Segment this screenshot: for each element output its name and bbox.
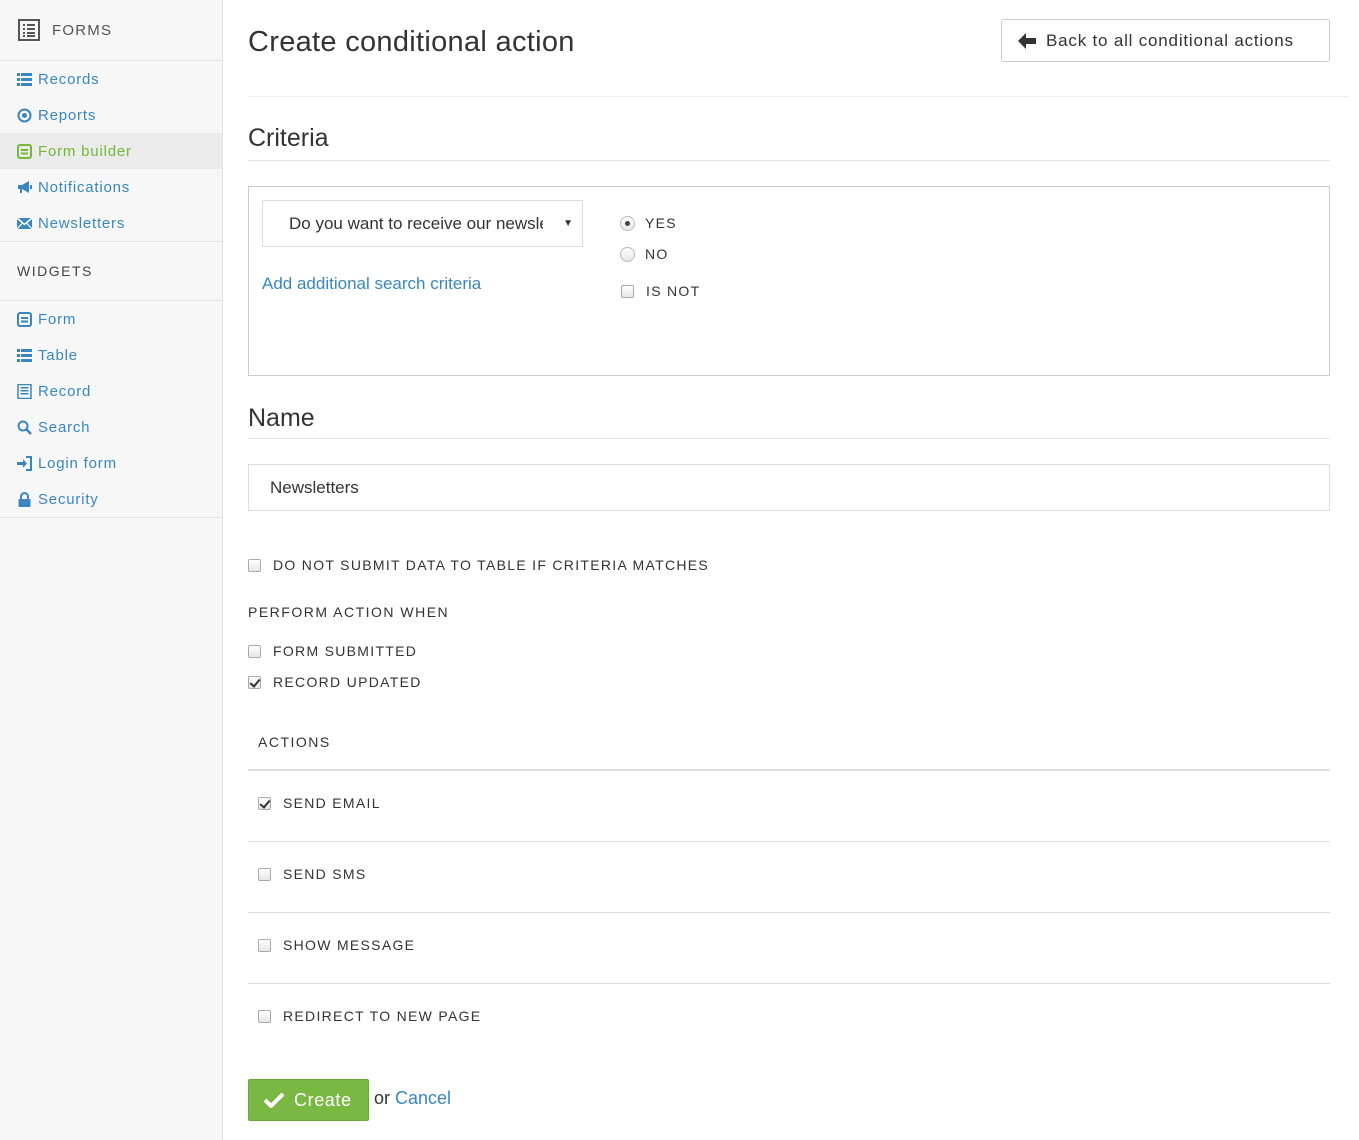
- redirect-checkbox[interactable]: [258, 1009, 271, 1023]
- envelope-icon: [17, 216, 32, 229]
- form-icon: [17, 311, 32, 327]
- add-search-criteria-link[interactable]: Add additional search criteria: [262, 274, 481, 294]
- action-divider: [248, 841, 1330, 842]
- sidebar-item-label: Form: [38, 310, 77, 328]
- sidebar-item-reports[interactable]: Reports: [0, 97, 222, 133]
- sidebar-item-label: Search: [38, 418, 91, 436]
- record-updated-label: RECORD UPDATED: [273, 674, 422, 690]
- sidebar-item-label: Notifications: [38, 178, 131, 196]
- send-sms-checkbox[interactable]: [258, 867, 271, 881]
- criteria-field-value: Do you want to receive our newsletter?: [289, 213, 543, 233]
- name-rule: [248, 438, 1330, 439]
- cancel-link[interactable]: Cancel: [395, 1088, 451, 1109]
- sidebar-item-table[interactable]: Table: [0, 337, 222, 373]
- sidebar-item-form-builder[interactable]: Form builder: [0, 133, 222, 169]
- yes-radio[interactable]: [620, 215, 635, 231]
- is-not-checkbox[interactable]: [621, 284, 634, 298]
- send-email-label: SEND EMAIL: [283, 795, 381, 811]
- criteria-heading: Criteria: [248, 124, 329, 152]
- name-input[interactable]: [248, 464, 1330, 511]
- action-send-email[interactable]: SEND EMAIL: [258, 795, 381, 811]
- create-button[interactable]: Create: [248, 1079, 369, 1121]
- sidebar-item-label: Form builder: [38, 142, 132, 160]
- sidebar-item-security[interactable]: Security: [0, 481, 222, 517]
- back-button-label: Back to all conditional actions: [1046, 30, 1294, 50]
- record-updated-option[interactable]: RECORD UPDATED: [248, 674, 422, 690]
- forms-icon: [18, 19, 40, 41]
- sidebar-item-login-form[interactable]: Login form: [0, 445, 222, 481]
- or-text: or: [374, 1088, 391, 1108]
- criteria-option-yes[interactable]: YES: [620, 215, 677, 231]
- yes-label: YES: [645, 215, 677, 231]
- login-icon: [17, 455, 32, 471]
- form-submitted-option[interactable]: FORM SUBMITTED: [248, 643, 417, 659]
- redirect-label: REDIRECT TO NEW PAGE: [283, 1008, 482, 1024]
- form-submitted-checkbox[interactable]: [248, 644, 261, 658]
- list-icon: [17, 348, 32, 362]
- target-icon: [17, 108, 32, 122]
- create-button-label: Create: [294, 1089, 352, 1110]
- action-divider: [248, 983, 1330, 984]
- back-to-actions-button[interactable]: Back to all conditional actions: [1001, 19, 1330, 62]
- sidebar-item-label: Records: [38, 70, 100, 88]
- sidebar-item-label: Table: [38, 346, 78, 364]
- action-redirect[interactable]: REDIRECT TO NEW PAGE: [258, 1008, 481, 1024]
- widgets-section-title: WIDGETS: [0, 242, 222, 301]
- criteria-box: Do you want to receive our newsletter? ▼…: [248, 186, 1330, 376]
- sidebar-item-label: Login form: [38, 454, 117, 472]
- sidebar-item-records[interactable]: Records: [0, 61, 222, 97]
- sidebar-item-label: Reports: [38, 106, 97, 124]
- criteria-option-is-not[interactable]: IS NOT: [621, 283, 700, 299]
- form-icon: [17, 143, 32, 159]
- is-not-label: IS NOT: [646, 283, 701, 299]
- do-not-submit-label: DO NOT SUBMIT DATA TO TABLE IF CRITERIA …: [273, 557, 710, 573]
- caret-down-icon: ▼: [563, 218, 573, 229]
- send-email-checkbox[interactable]: [258, 796, 271, 810]
- no-radio[interactable]: [620, 246, 635, 262]
- sidebar-item-notifications[interactable]: Notifications: [0, 169, 222, 205]
- sidebar-item-label: Newsletters: [38, 214, 126, 232]
- sidebar-nav: Records Reports Form builder Notificatio…: [0, 61, 222, 242]
- action-show-message[interactable]: SHOW MESSAGE: [258, 937, 415, 953]
- action-send-sms[interactable]: SEND SMS: [258, 866, 367, 882]
- search-icon: [17, 420, 32, 435]
- sidebar-item-record[interactable]: Record: [0, 373, 222, 409]
- sidebar-item-label: Record: [38, 382, 92, 400]
- do-not-submit-option[interactable]: DO NOT SUBMIT DATA TO TABLE IF CRITERIA …: [248, 557, 709, 573]
- sidebar-header: FORMS: [0, 0, 222, 61]
- checkmark-icon: [264, 1092, 284, 1108]
- sidebar-item-newsletters[interactable]: Newsletters: [0, 205, 222, 241]
- sidebar-item-label: Security: [38, 490, 99, 508]
- actions-heading: ACTIONS: [258, 734, 331, 750]
- lock-icon: [18, 491, 31, 507]
- criteria-field-select[interactable]: Do you want to receive our newsletter? ▼: [262, 200, 583, 247]
- show-message-label: SHOW MESSAGE: [283, 937, 416, 953]
- page-title: Create conditional action: [248, 26, 575, 58]
- do-not-submit-checkbox[interactable]: [248, 558, 261, 572]
- no-label: NO: [645, 246, 669, 262]
- widgets-nav: Form Table Record Search Login form Secu…: [0, 301, 222, 518]
- list-icon: [17, 72, 32, 86]
- header-divider: [248, 96, 1349, 97]
- criteria-option-no[interactable]: NO: [620, 246, 669, 262]
- actions-rule: [248, 769, 1330, 771]
- sidebar-item-form[interactable]: Form: [0, 301, 222, 337]
- megaphone-icon: [18, 180, 32, 193]
- arrow-left-icon: [1018, 32, 1036, 49]
- document-icon: [17, 383, 32, 399]
- criteria-rule: [248, 160, 1330, 161]
- record-updated-checkbox[interactable]: [248, 675, 261, 689]
- form-submitted-label: FORM SUBMITTED: [273, 643, 418, 659]
- send-sms-label: SEND SMS: [283, 866, 367, 882]
- sidebar-header-label: FORMS: [52, 21, 113, 39]
- perform-action-when-label: PERFORM ACTION WHEN: [248, 604, 450, 620]
- name-heading: Name: [248, 404, 315, 432]
- show-message-checkbox[interactable]: [258, 938, 271, 952]
- sidebar-item-search[interactable]: Search: [0, 409, 222, 445]
- sidebar: FORMS Records Reports Form builder Notif…: [0, 0, 223, 1140]
- action-divider: [248, 912, 1330, 913]
